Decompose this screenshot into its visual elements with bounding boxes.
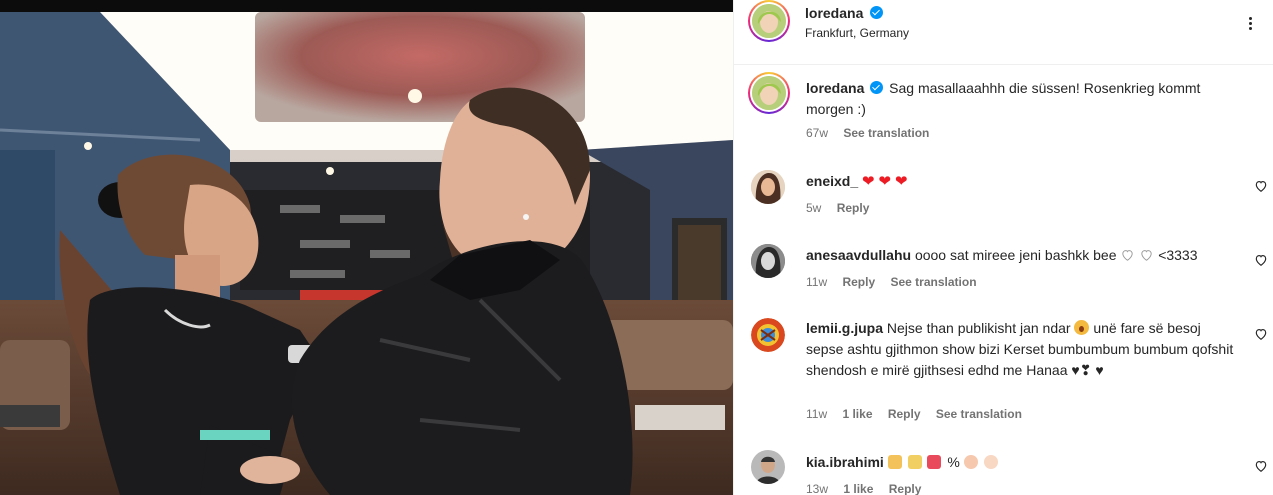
comment-username[interactable]: anesaavdullahu xyxy=(806,247,911,263)
heart-outline-icon[interactable] xyxy=(1254,327,1268,341)
comment-body: lemii.g.jupa Nejse than publikisht jan n… xyxy=(806,318,1236,381)
comment-meta: 11w 1 like Reply See translation xyxy=(806,407,1034,421)
man-bald-emoji-icon xyxy=(887,455,902,469)
comment-meta: 11w Reply See translation xyxy=(806,275,989,289)
author-username[interactable]: loredana xyxy=(805,5,863,21)
red-heart-emoji-icon: ❤ xyxy=(878,173,892,190)
reply-button[interactable]: Reply xyxy=(837,201,870,215)
commenter-avatar[interactable] xyxy=(751,318,785,352)
heart-outline-icon[interactable] xyxy=(1254,179,1268,193)
commenter-avatar-image xyxy=(751,170,785,204)
comment-time[interactable]: 5w xyxy=(806,201,821,215)
verified-badge-icon xyxy=(870,6,883,19)
comment-text: Nejse than publikisht jan ndar xyxy=(886,320,1071,336)
comment-meta: 67w See translation xyxy=(806,126,941,140)
author-avatar[interactable] xyxy=(748,0,790,42)
reply-button[interactable]: Reply xyxy=(842,275,875,289)
post-location[interactable]: Frankfurt, Germany xyxy=(805,26,909,40)
post-photo[interactable] xyxy=(0,0,733,495)
see-translation-link[interactable]: See translation xyxy=(891,275,977,289)
black-heart-emoji-icon: ♥ xyxy=(1095,362,1104,378)
commenter-avatar-image xyxy=(751,450,785,484)
comment-time[interactable]: 11w xyxy=(806,275,827,289)
reply-button[interactable]: Reply xyxy=(889,482,922,495)
heart-exclamation-emoji-icon: ❣ xyxy=(1079,362,1092,378)
post-header: loredana Frankfurt, Germany xyxy=(734,0,1273,65)
comment-body: loredana Sag masallaaahhh die süssen! Ro… xyxy=(806,78,1236,120)
percent-sign-emoji-icon: % xyxy=(947,454,960,470)
comment-time[interactable]: 11w xyxy=(806,407,827,421)
red-heart-emoji-icon: ❤ xyxy=(862,173,875,190)
commenter-avatar[interactable] xyxy=(748,72,790,114)
heart-outline-icon[interactable] xyxy=(1254,459,1268,473)
white-heart-emoji-icon xyxy=(1122,250,1134,261)
heart-outline-icon[interactable] xyxy=(1254,253,1268,267)
comment-text-suffix: <3333 xyxy=(1158,247,1198,263)
comment-body: eneixd_ ❤ ❤ ❤ xyxy=(806,171,1236,192)
comment-text: oooo sat mireee jeni bashkk bee xyxy=(914,247,1117,263)
woman-blond-emoji-icon xyxy=(907,455,922,469)
comment-username[interactable]: loredana xyxy=(806,80,864,96)
comment-time[interactable]: 67w xyxy=(806,126,828,140)
praying-hands-emoji-icon xyxy=(983,455,998,469)
reply-button[interactable]: Reply xyxy=(888,407,921,421)
commenter-avatar[interactable] xyxy=(751,170,785,204)
comment-text: Sag masallaaahhh die süssen! Rosenkrieg … xyxy=(806,80,1201,117)
see-translation-link[interactable]: See translation xyxy=(936,407,1022,421)
commenter-avatar[interactable] xyxy=(751,244,785,278)
verified-badge-icon xyxy=(870,81,884,94)
comment-meta: 5w Reply xyxy=(806,201,881,215)
hundred-points-emoji-icon xyxy=(927,455,942,469)
see-translation-link[interactable]: See translation xyxy=(843,126,929,140)
commenter-avatar[interactable] xyxy=(751,450,785,484)
comment-body: anesaavdullahu oooo sat mireee jeni bash… xyxy=(806,245,1236,266)
caption-avatar-image xyxy=(752,76,786,110)
red-heart-emoji-icon: ❤ xyxy=(894,173,908,190)
likes-count[interactable]: 1 like xyxy=(842,407,872,421)
post-side-panel: loredana Frankfurt, Germany loredana Sag… xyxy=(733,0,1273,495)
astonished-face-emoji-icon xyxy=(1074,320,1090,335)
more-horizontal-icon[interactable] xyxy=(1239,10,1263,34)
white-heart-emoji-icon xyxy=(1141,250,1152,261)
black-heart-emoji-icon: ♥ xyxy=(1071,362,1080,378)
comment-time[interactable]: 13w xyxy=(806,482,828,495)
comment-meta: 13w 1 like Reply xyxy=(806,482,933,495)
raised-hands-emoji-icon xyxy=(963,455,978,469)
comment-username[interactable]: kia.ibrahimi xyxy=(806,454,884,470)
commenter-avatar-image xyxy=(751,318,785,352)
commenter-avatar-image xyxy=(751,244,785,278)
author-avatar-image xyxy=(752,4,786,38)
comment-username[interactable]: lemii.g.jupa xyxy=(806,320,883,336)
likes-count[interactable]: 1 like xyxy=(843,482,873,495)
comment-list[interactable]: loredana Sag masallaaahhh die süssen! Ro… xyxy=(734,66,1273,495)
couple-photo-image xyxy=(0,0,733,495)
comment-body: kia.ibrahimi % xyxy=(806,452,1236,473)
comment-username[interactable]: eneixd_ xyxy=(806,173,858,189)
